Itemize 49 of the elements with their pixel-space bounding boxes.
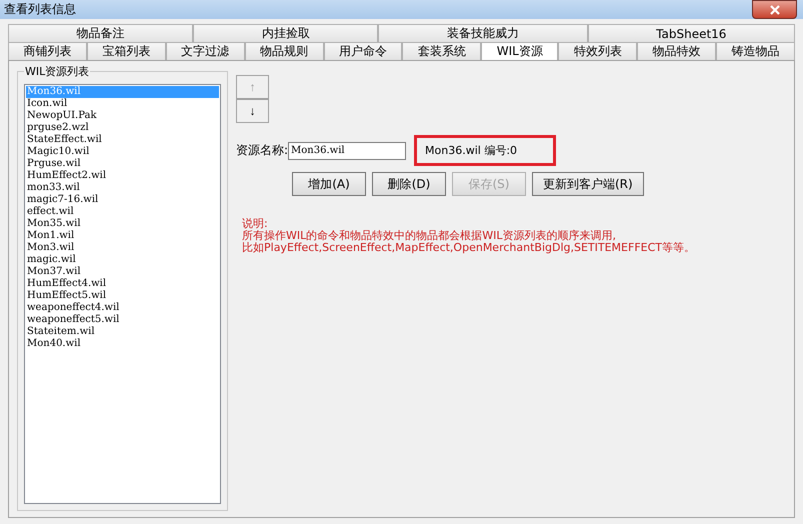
list-item[interactable]: Stateitem.wil — [26, 326, 219, 338]
list-item[interactable]: HumEffect4.wil — [26, 278, 219, 290]
list-item[interactable]: Magic10.wil — [26, 146, 219, 158]
list-item[interactable]: Mon3.wil — [26, 242, 219, 254]
tab[interactable]: 套装系统 — [402, 42, 482, 60]
tab[interactable]: 特效列表 — [558, 42, 638, 60]
list-item[interactable]: Mon1.wil — [26, 230, 219, 242]
list-item[interactable]: HumEffect2.wil — [26, 170, 219, 182]
action-button[interactable]: 增加(A) — [292, 172, 366, 196]
list-item[interactable]: weaponeffect4.wil — [26, 302, 219, 314]
note-text: 所有操作WIL的命令和物品特效中的物品都会根据WIL资源列表的顺序来调用, — [242, 230, 617, 242]
note-text: 比如PlayEffect,ScreenEffect,MapEffect,OpenMerchantBigDlg,SETITEMEFFECT等等。 — [242, 242, 696, 254]
action-button[interactable]: 更新到客户端(R) — [532, 172, 644, 196]
list-item[interactable]: weaponeffect5.wil — [26, 314, 219, 326]
list-item[interactable]: magic.wil — [26, 254, 219, 266]
tab[interactable]: 物品规则 — [244, 42, 324, 60]
group-title: WIL资源列表 — [24, 64, 90, 79]
tab[interactable]: 装备技能威力 — [378, 24, 588, 42]
list-item[interactable]: Prguse.wil — [26, 158, 219, 170]
window-title: 查看列表信息 — [4, 1, 76, 18]
tab[interactable]: 商铺列表 — [8, 42, 87, 60]
tab[interactable]: 铸造物品 — [716, 42, 795, 60]
action-button[interactable]: 删除(D) — [372, 172, 446, 196]
list-item[interactable]: HumEffect5.wil — [26, 290, 219, 302]
tab[interactable]: WIL资源 — [481, 42, 558, 60]
tab[interactable]: TabSheet16 — [588, 24, 796, 42]
tab[interactable]: 内挂捡取 — [193, 24, 378, 42]
list-item[interactable]: StateEffect.wil — [26, 134, 219, 146]
move-button[interactable]: ↓ — [236, 99, 269, 123]
list-item[interactable]: magic7-16.wil — [26, 194, 219, 206]
tab[interactable]: 用户命令 — [324, 42, 402, 60]
list-item[interactable]: mon33.wil — [26, 182, 219, 194]
list-item[interactable]: Mon35.wil — [26, 218, 219, 230]
list-item[interactable]: Icon.wil — [26, 98, 219, 110]
note-text: 说明: — [242, 218, 269, 230]
close-button[interactable] — [752, 0, 797, 19]
list-item[interactable]: prguse2.wzl — [26, 122, 219, 134]
list-item[interactable]: Mon37.wil — [26, 266, 219, 278]
tab[interactable]: 物品备注 — [8, 24, 194, 42]
tab[interactable]: 物品特效 — [637, 42, 716, 60]
list-item[interactable]: effect.wil — [26, 206, 219, 218]
close-icon — [768, 4, 780, 14]
tab[interactable]: 宝箱列表 — [86, 42, 166, 60]
resource-info-label: Mon36.wil 编号:0 — [414, 135, 556, 166]
list-item[interactable]: Mon40.wil — [26, 338, 219, 350]
tab[interactable]: 文字过滤 — [166, 42, 245, 60]
field-label: 资源名称: — [236, 142, 288, 159]
name-input-field[interactable]: Mon36.wil — [288, 142, 406, 160]
list-item[interactable]: NewopUI.Pak — [26, 110, 219, 122]
